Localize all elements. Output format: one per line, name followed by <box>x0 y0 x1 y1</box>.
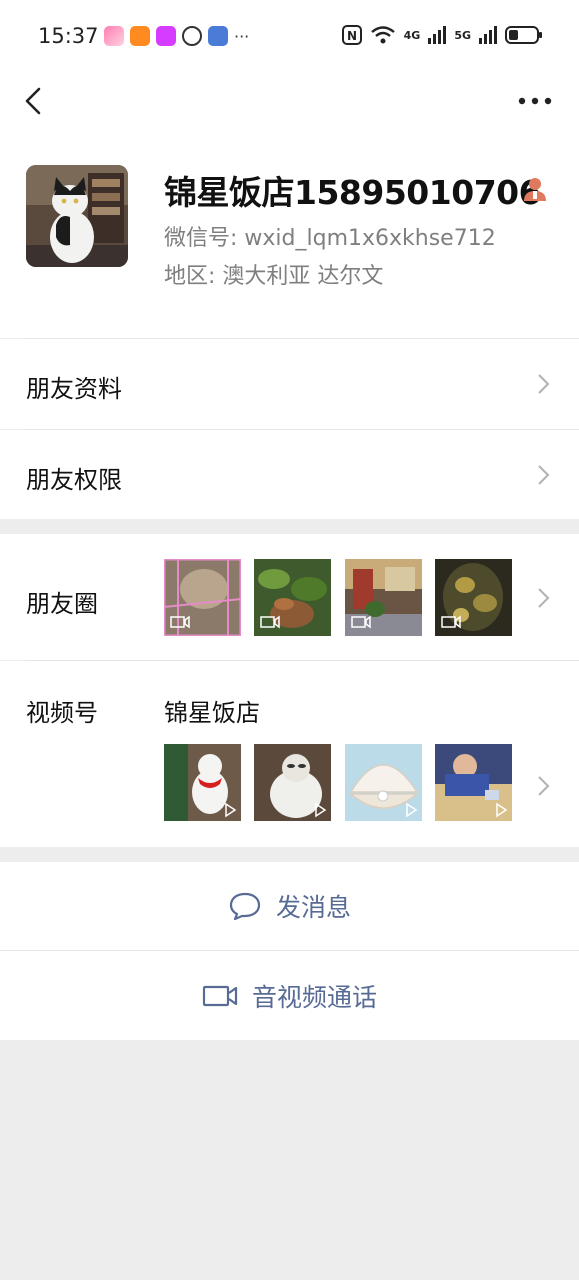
channels-account-name: 锦星饭店 <box>164 699 260 727</box>
shield-app-icon <box>208 26 228 46</box>
status-right: N 4G 5G <box>341 24 543 46</box>
channels-thumbnail[interactable] <box>254 744 331 821</box>
more-notifications-icon: ··· <box>234 26 250 46</box>
channels-label: 视频号 <box>26 699 98 727</box>
avatar-cat-image <box>26 165 128 267</box>
wechat-id: 微信号: wxid_lqm1x6xkhse712 <box>164 226 496 251</box>
svg-text:N: N <box>347 29 357 43</box>
battery-icon <box>505 26 542 44</box>
music-app-icon <box>104 26 124 46</box>
channels-thumbnail[interactable] <box>435 744 512 821</box>
status-app-icons: ··· <box>104 26 249 46</box>
video-app-icon <box>130 26 150 46</box>
moments-row[interactable]: 朋友圈 <box>0 534 579 660</box>
friend-info-row[interactable]: 朋友资料 <box>0 339 579 429</box>
moments-thumbnail[interactable] <box>254 559 331 636</box>
more-options-button[interactable] <box>517 86 553 116</box>
network-5g-label: 5G <box>454 28 471 42</box>
channels-thumbnail[interactable] <box>164 744 241 821</box>
chevron-right-icon <box>538 374 550 394</box>
more-horizontal-icon <box>518 97 552 105</box>
contact-person-icon <box>524 178 546 201</box>
wifi-icon <box>370 26 395 44</box>
friend-permissions-row[interactable]: 朋友权限 <box>0 430 579 519</box>
chevron-right-icon <box>538 588 550 608</box>
back-button[interactable] <box>18 84 52 118</box>
nfc-icon: N <box>341 25 362 45</box>
channels-thumbnail[interactable] <box>345 744 422 821</box>
send-message-label: 发消息 <box>275 893 351 922</box>
region: 地区: 澳大利亚 达尔文 <box>164 264 384 289</box>
player-app-icon <box>156 26 176 46</box>
signal-4g-icon <box>428 26 447 44</box>
channels-row[interactable]: 视频号 锦星饭店 <box>0 661 579 847</box>
contact-name: 锦星饭店15895010706 <box>164 173 542 212</box>
friend-info-label: 朋友资料 <box>26 375 122 403</box>
status-time: 15:37 <box>38 24 99 48</box>
send-message-button[interactable]: 发消息 <box>0 862 579 950</box>
chat-bubble-icon <box>229 892 261 921</box>
avatar[interactable] <box>26 165 128 267</box>
chevron-right-icon <box>538 776 550 796</box>
hand-app-icon <box>182 26 202 46</box>
moments-thumbnail[interactable] <box>164 559 241 636</box>
chevron-left-icon <box>25 87 41 115</box>
moments-label: 朋友圈 <box>26 590 98 618</box>
moments-thumbnail[interactable] <box>435 559 512 636</box>
video-call-button[interactable]: 音视频通话 <box>0 951 579 1040</box>
status-bar: 15:37 ··· N 4G 5G <box>0 0 579 72</box>
signal-5g-icon <box>479 26 497 44</box>
video-camera-icon <box>202 985 238 1006</box>
profile-header: 锦星饭店15895010706 微信号: wxid_lqm1x6xkhse712… <box>0 132 579 338</box>
network-4g-label: 4G <box>403 28 421 42</box>
friend-permissions-label: 朋友权限 <box>26 466 122 494</box>
video-call-label: 音视频通话 <box>251 982 377 1012</box>
top-navigation <box>0 72 579 132</box>
moments-thumbnail[interactable] <box>345 559 422 636</box>
chevron-right-icon <box>538 465 550 485</box>
